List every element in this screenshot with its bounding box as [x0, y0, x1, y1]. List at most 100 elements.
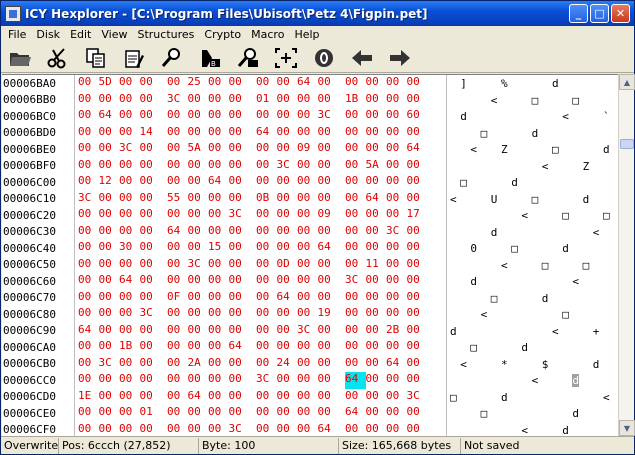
hex-byte[interactable]: 00 [229, 141, 250, 158]
hex-byte[interactable]: 00 [188, 323, 209, 340]
menu-macro[interactable]: Macro [246, 28, 289, 41]
hex-byte[interactable]: 00 [297, 108, 318, 125]
hex-byte[interactable]: 3C [256, 372, 277, 389]
hex-byte[interactable]: 00 [256, 356, 277, 373]
cut-button[interactable] [43, 44, 73, 72]
hex-byte[interactable]: 00 [229, 158, 250, 175]
hex-byte[interactable]: 1B [345, 92, 366, 109]
hex-byte[interactable]: 00 [366, 174, 387, 191]
ascii-char[interactable]: < [532, 374, 539, 387]
hex-byte[interactable]: 00 [345, 191, 366, 208]
hex-byte[interactable]: 00 [78, 290, 99, 307]
forward-button[interactable] [385, 44, 415, 72]
ascii-char[interactable]: d [521, 341, 528, 354]
ascii-char[interactable]: < [542, 160, 549, 173]
hex-byte[interactable]: 00 [208, 273, 229, 290]
hex-byte[interactable]: 00 [99, 224, 120, 241]
hex-byte[interactable]: 00 [256, 174, 277, 191]
hex-byte[interactable]: 00 [345, 389, 366, 406]
ascii-char[interactable]: □ [532, 193, 539, 206]
ascii-char[interactable]: Z [501, 143, 508, 156]
hex-byte[interactable]: 00 [208, 125, 229, 142]
hex-byte[interactable]: 00 [256, 108, 277, 125]
hex-byte[interactable]: 00 [119, 125, 140, 142]
hex-byte[interactable]: 00 [188, 339, 209, 356]
hex-byte[interactable]: 00 [140, 207, 161, 224]
hex-byte[interactable]: 00 [256, 257, 277, 274]
hex-byte[interactable]: 00 [99, 257, 120, 274]
hex-byte[interactable]: 00 [386, 207, 407, 224]
scroll-thumb[interactable] [620, 139, 634, 149]
hex-byte[interactable]: 00 [407, 75, 428, 92]
hex-byte[interactable]: 00 [119, 405, 140, 422]
hex-byte[interactable]: 00 [229, 240, 250, 257]
hex-byte[interactable]: 00 [407, 306, 428, 323]
hex-byte[interactable]: 00 [366, 141, 387, 158]
hex-byte[interactable]: 00 [229, 92, 250, 109]
hex-byte[interactable]: 00 [188, 273, 209, 290]
hex-byte[interactable]: 00 [277, 422, 298, 437]
hex-byte[interactable]: 00 [188, 191, 209, 208]
hex-byte[interactable]: 00 [386, 141, 407, 158]
hex-byte[interactable]: 00 [297, 306, 318, 323]
ascii-char[interactable]: d [450, 325, 457, 338]
hex-byte[interactable]: 00 [208, 422, 229, 437]
hex-byte[interactable]: 00 [277, 405, 298, 422]
hex-byte[interactable]: 64 [78, 323, 99, 340]
hex-byte[interactable]: 00 [99, 372, 120, 389]
hex-byte[interactable]: 00 [297, 92, 318, 109]
hex-byte[interactable]: 00 [297, 372, 318, 389]
ascii-pane[interactable]: ]% d < □ □ d < ` □ d < Z □ d < Z □ d < U □ d < □ □ d <0 □ d < □ □ d < □ d < □… [446, 75, 618, 436]
hex-byte[interactable]: 00 [78, 108, 99, 125]
hex-byte[interactable]: 00 [140, 92, 161, 109]
hex-byte[interactable]: 00 [407, 257, 428, 274]
hex-byte[interactable]: 00 [99, 290, 120, 307]
hex-byte[interactable]: 00 [119, 290, 140, 307]
ascii-char[interactable]: U [491, 193, 498, 206]
ascii-cursor-char[interactable]: d [572, 374, 580, 387]
hex-byte[interactable]: 00 [99, 141, 120, 158]
hex-byte[interactable]: 00 [167, 422, 188, 437]
ascii-char[interactable]: < [521, 424, 528, 437]
ascii-char[interactable]: < [562, 110, 569, 123]
hex-byte[interactable]: 3C [318, 108, 339, 125]
hex-byte[interactable]: 00 [140, 141, 161, 158]
hex-byte[interactable]: 64 [99, 108, 120, 125]
hex-byte[interactable]: 00 [119, 356, 140, 373]
hex-byte[interactable]: 00 [208, 191, 229, 208]
hex-byte[interactable]: 00 [119, 174, 140, 191]
hex-byte[interactable]: 00 [366, 405, 387, 422]
hex-byte[interactable]: 00 [318, 125, 339, 142]
hex-byte[interactable]: 00 [140, 422, 161, 437]
ascii-char[interactable]: d [501, 391, 508, 404]
hex-byte[interactable]: 2B [386, 323, 407, 340]
hex-byte[interactable]: 00 [167, 306, 188, 323]
ascii-char[interactable]: * [501, 358, 508, 371]
hex-byte[interactable]: 00 [167, 257, 188, 274]
hex-byte[interactable]: 00 [318, 356, 339, 373]
hex-byte[interactable]: 00 [208, 306, 229, 323]
hex-byte[interactable]: 00 [256, 405, 277, 422]
hex-byte[interactable]: 00 [277, 339, 298, 356]
hex-byte[interactable]: 00 [99, 422, 120, 437]
hex-byte[interactable]: 00 [208, 108, 229, 125]
hex-byte[interactable]: 00 [99, 191, 120, 208]
ascii-char[interactable]: < [552, 325, 559, 338]
hex-byte[interactable]: 00 [99, 207, 120, 224]
ascii-char[interactable]: □ [532, 94, 539, 107]
hex-byte[interactable]: 00 [167, 339, 188, 356]
hex-byte[interactable]: 00 [78, 356, 99, 373]
scroll-down-button[interactable]: ▼ [619, 420, 635, 436]
find-binary-button[interactable]: B [195, 44, 225, 72]
hex-byte[interactable]: 00 [297, 405, 318, 422]
hex-byte[interactable]: 01 [256, 92, 277, 109]
hex-byte[interactable]: 00 [188, 92, 209, 109]
hex-byte[interactable]: 00 [167, 323, 188, 340]
scroll-up-button[interactable]: ▲ [619, 74, 635, 90]
hex-byte[interactable]: 3C [78, 191, 99, 208]
ascii-char[interactable]: % [501, 77, 508, 90]
hex-byte[interactable]: 24 [277, 356, 298, 373]
ascii-char[interactable]: < [481, 308, 488, 321]
hex-byte[interactable]: 00 [256, 422, 277, 437]
menu-structures[interactable]: Structures [132, 28, 199, 41]
